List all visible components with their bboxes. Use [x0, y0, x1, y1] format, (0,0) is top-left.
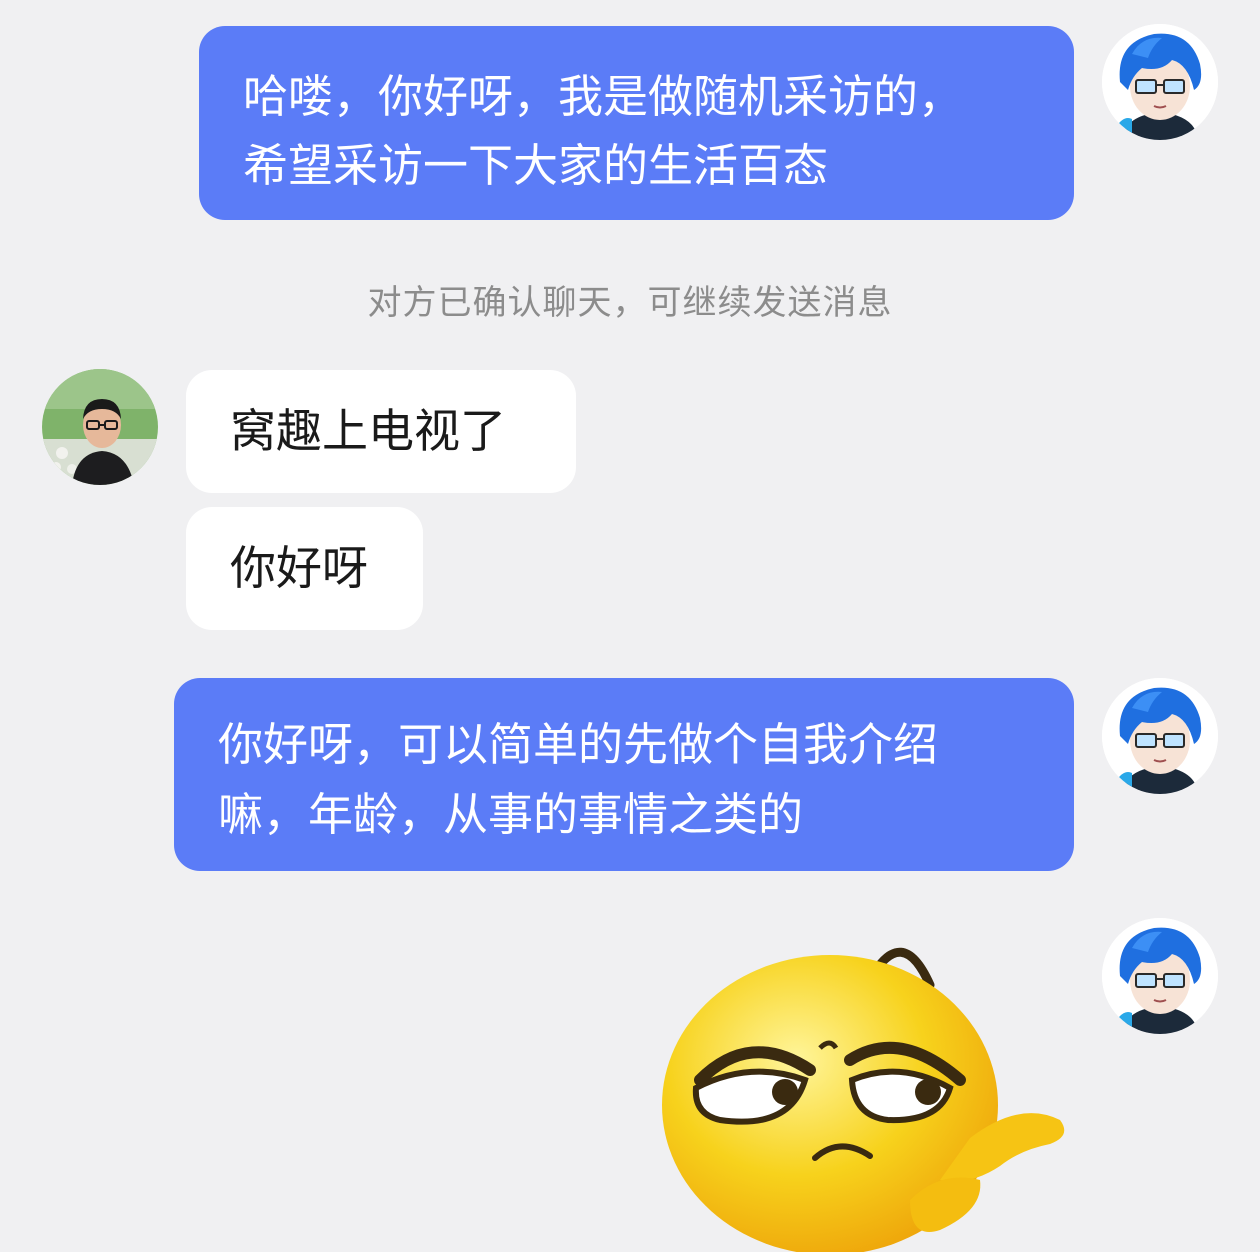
message-bubble-incoming[interactable]: 你好呀 — [186, 507, 423, 630]
man-photo-avatar-icon — [42, 369, 158, 485]
message-text: 窝趣上电视了 — [230, 404, 506, 458]
anime-boy-avatar-icon — [1102, 918, 1218, 1034]
contact-avatar[interactable] — [42, 369, 158, 485]
my-avatar[interactable] — [1102, 918, 1218, 1034]
message-text: 哈喽，你好呀，我是做随机采访的， 希望采访一下大家的生活百态 — [243, 70, 964, 192]
message-bubble-outgoing[interactable]: 你好呀，可以简单的先做个自我介绍 嘛，年龄，从事的事情之类的 — [174, 678, 1074, 871]
anime-boy-avatar-icon — [1102, 24, 1218, 140]
emoji-sticker[interactable] — [640, 930, 1080, 1252]
anime-boy-avatar-icon — [1102, 678, 1218, 794]
my-avatar[interactable] — [1102, 678, 1218, 794]
my-avatar[interactable] — [1102, 24, 1218, 140]
message-text: 你好呀，可以简单的先做个自我介绍 嘛，年龄，从事的事情之类的 — [218, 718, 939, 841]
message-bubble-outgoing[interactable]: 哈喽，你好呀，我是做随机采访的， 希望采访一下大家的生活百态 — [199, 26, 1074, 220]
system-notice: 对方已确认聊天，可继续发送消息 — [367, 283, 893, 323]
message-bubble-incoming[interactable]: 窝趣上电视了 — [186, 370, 576, 493]
squinting-emoji-face-icon — [662, 947, 1065, 1252]
message-text: 你好呀 — [230, 541, 368, 595]
